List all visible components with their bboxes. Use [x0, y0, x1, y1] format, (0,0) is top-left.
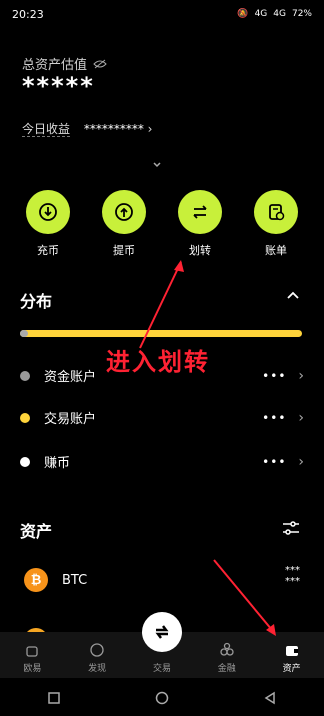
- today-earnings-value: **********: [83, 122, 144, 136]
- tab-finance[interactable]: 金融: [202, 642, 252, 674]
- recent-apps-icon[interactable]: [47, 691, 61, 705]
- system-nav-bar: [0, 680, 324, 716]
- filter-icon[interactable]: [282, 520, 300, 536]
- annotation-arrow-assets: [213, 559, 273, 631]
- bill-button[interactable]: 账单: [246, 190, 306, 258]
- more-icon[interactable]: •••: [262, 411, 286, 425]
- chevron-right-icon: ›: [147, 122, 153, 136]
- coin-balance-masked: *** ***: [285, 565, 300, 587]
- status-bar: 20:23 🔕 4G 4G 72%: [0, 0, 324, 28]
- distribution-bar: [20, 330, 302, 337]
- deposit-button[interactable]: 充币: [18, 190, 78, 258]
- bill-label: 账单: [265, 244, 287, 257]
- back-icon[interactable]: [263, 691, 277, 705]
- account-row-earn[interactable]: 赚币 ••• ›: [20, 452, 304, 471]
- bill-icon: [269, 204, 285, 221]
- total-assets-label: 总资产估值: [22, 54, 107, 73]
- dot-icon: [20, 412, 30, 423]
- tab-home[interactable]: 欧易: [7, 642, 57, 674]
- chevron-right-icon: ›: [298, 409, 304, 426]
- withdraw-icon: [115, 203, 133, 221]
- trade-button[interactable]: [142, 612, 182, 652]
- trade-icon: [155, 625, 169, 639]
- dot-icon: [20, 370, 30, 381]
- today-earnings[interactable]: 今日收益 ********** ›: [22, 120, 152, 137]
- chevron-right-icon: ›: [298, 367, 304, 384]
- bell-mute-icon: 🔕: [237, 9, 249, 19]
- transfer-button[interactable]: 划转: [170, 190, 230, 258]
- coin-name[interactable]: BTC: [62, 573, 87, 588]
- account-name: 交易账户: [44, 412, 97, 427]
- withdraw-button[interactable]: 提币: [94, 190, 154, 258]
- network-label-1: 4G: [254, 9, 268, 19]
- annotation-arrowhead: [174, 260, 184, 272]
- btc-coin-icon: ₿: [24, 568, 48, 592]
- wallet-icon: [285, 646, 298, 656]
- withdraw-label: 提币: [113, 244, 135, 257]
- chevron-right-icon: ›: [298, 453, 304, 470]
- distribution-title: 分布: [20, 292, 53, 311]
- status-icons: 🔕 4G 4G 72%: [237, 9, 312, 19]
- total-assets-value: *****: [22, 72, 95, 100]
- chevron-down-icon[interactable]: [152, 160, 162, 170]
- transfer-label: 划转: [189, 244, 211, 257]
- home-icon: [26, 646, 39, 657]
- account-row-trading[interactable]: 交易账户 ••• ›: [20, 408, 304, 427]
- chevron-up-icon[interactable]: [286, 290, 300, 300]
- today-earnings-label: 今日收益: [22, 122, 71, 137]
- more-icon[interactable]: •••: [262, 369, 286, 383]
- home-nav-icon[interactable]: [155, 691, 169, 705]
- action-row: 充币 提币 划转 账单: [0, 190, 324, 258]
- tab-discover[interactable]: 发现: [72, 642, 122, 674]
- distribution-bar-segment: [20, 330, 28, 337]
- transfer-icon: [193, 205, 207, 219]
- status-time: 20:23: [12, 7, 44, 21]
- network-label-2: 4G: [273, 9, 286, 19]
- account-name: 资金账户: [44, 370, 97, 385]
- more-icon[interactable]: •••: [262, 455, 286, 469]
- dot-icon: [20, 456, 30, 467]
- assets-title: 资产: [20, 522, 53, 541]
- account-name: 赚币: [44, 456, 71, 471]
- discover-icon: [90, 643, 104, 657]
- finance-icon: [220, 642, 234, 656]
- eye-off-icon[interactable]: [93, 59, 107, 69]
- account-row-funding[interactable]: 资金账户 ••• ›: [20, 366, 304, 385]
- battery-level: 72%: [291, 9, 312, 19]
- tab-assets[interactable]: 资产: [267, 642, 317, 674]
- deposit-label: 充币: [37, 244, 59, 257]
- deposit-icon: [39, 203, 57, 221]
